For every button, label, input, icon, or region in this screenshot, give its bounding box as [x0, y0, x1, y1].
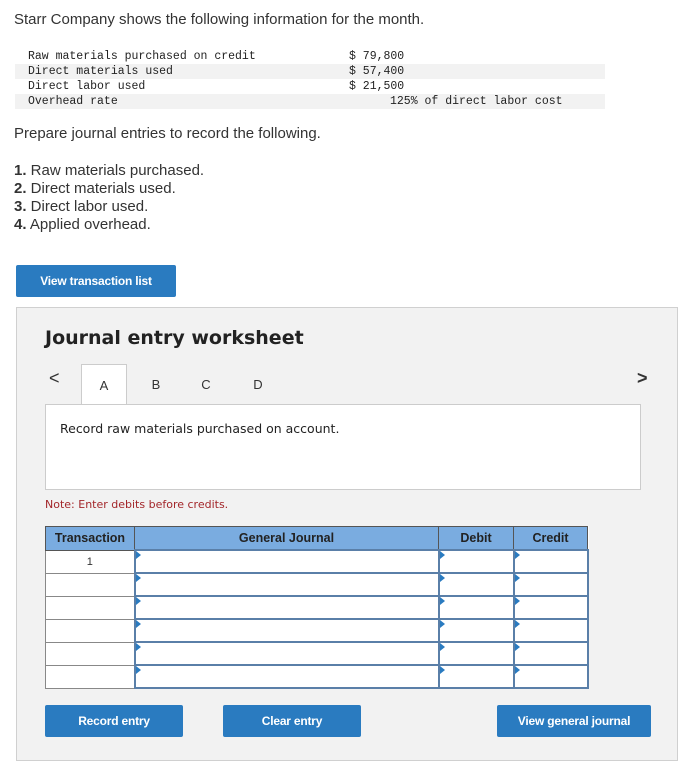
- info-label: Raw materials purchased on credit: [28, 50, 256, 63]
- table-row: [45, 572, 589, 597]
- dropdown-marker-icon: [514, 574, 520, 582]
- credit-input[interactable]: [512, 618, 589, 643]
- task-item: 2. Direct materials used.: [14, 180, 204, 198]
- info-row: Direct labor used $ 21,500: [15, 79, 605, 94]
- dropdown-marker-icon: [135, 597, 141, 605]
- account-input[interactable]: [133, 572, 440, 597]
- task-text: Raw materials purchased.: [26, 162, 205, 179]
- task-text: Applied overhead.: [26, 216, 151, 233]
- prev-arrow-icon[interactable]: <: [49, 368, 60, 389]
- debit-input[interactable]: [437, 641, 515, 666]
- info-table: Raw materials purchased on credit $ 79,8…: [15, 49, 605, 109]
- info-label: Direct materials used: [28, 65, 173, 78]
- info-value: $ 79,800: [349, 50, 405, 63]
- dropdown-marker-icon: [439, 551, 445, 559]
- dropdown-marker-icon: [514, 620, 520, 628]
- debit-input[interactable]: [437, 618, 515, 643]
- credit-input[interactable]: [512, 641, 589, 666]
- worksheet-title: Journal entry worksheet: [45, 327, 304, 349]
- table-row: [45, 618, 589, 643]
- dropdown-marker-icon: [514, 551, 520, 559]
- dropdown-marker-icon: [135, 666, 141, 674]
- dropdown-marker-icon: [439, 620, 445, 628]
- record-entry-button[interactable]: Record entry: [45, 705, 183, 737]
- transaction-cell: [45, 618, 135, 643]
- tab-a[interactable]: A: [81, 364, 127, 406]
- next-arrow-icon[interactable]: >: [637, 368, 648, 389]
- task-number: 3.: [14, 198, 27, 215]
- task-text: Direct labor used.: [26, 198, 149, 215]
- prompt-box: Record raw materials purchased on accoun…: [45, 404, 641, 490]
- credit-input[interactable]: [512, 595, 589, 620]
- task-list: 1. Raw materials purchased. 2. Direct ma…: [14, 162, 204, 234]
- transaction-cell: [45, 572, 135, 597]
- transaction-cell: [45, 595, 135, 620]
- debit-input[interactable]: [437, 664, 515, 689]
- dropdown-marker-icon: [514, 643, 520, 651]
- info-row: Direct materials used $ 57,400: [15, 64, 605, 79]
- dropdown-marker-icon: [439, 643, 445, 651]
- table-row: [45, 664, 589, 689]
- prepare-instructions: Prepare journal entries to record the fo…: [14, 125, 321, 142]
- transaction-cell: [45, 641, 135, 666]
- credit-input[interactable]: [512, 549, 589, 574]
- account-input[interactable]: [133, 641, 440, 666]
- prompt-text: Record raw materials purchased on accoun…: [60, 421, 340, 436]
- view-transaction-list-button[interactable]: View transaction list: [16, 265, 176, 297]
- debit-header: Debit: [438, 526, 514, 551]
- tab-d[interactable]: D: [235, 364, 281, 405]
- info-value: 125% of direct labor cost: [390, 95, 563, 108]
- info-label: Overhead rate: [28, 95, 118, 108]
- task-item: 1. Raw materials purchased.: [14, 162, 204, 180]
- task-text: Direct materials used.: [26, 180, 176, 197]
- debit-input[interactable]: [437, 572, 515, 597]
- credit-input[interactable]: [512, 572, 589, 597]
- dropdown-marker-icon: [514, 597, 520, 605]
- journal-table: Transaction General Journal Debit Credit…: [45, 526, 589, 689]
- table-row: 1: [45, 549, 589, 574]
- account-input[interactable]: [133, 618, 440, 643]
- task-number: 2.: [14, 180, 27, 197]
- tab-b[interactable]: B: [133, 364, 179, 405]
- account-input[interactable]: [133, 595, 440, 620]
- table-row: [45, 641, 589, 666]
- debit-input[interactable]: [437, 595, 515, 620]
- dropdown-marker-icon: [439, 666, 445, 674]
- account-input[interactable]: [133, 549, 440, 574]
- intro-text: Starr Company shows the following inform…: [14, 11, 425, 28]
- dropdown-marker-icon: [135, 620, 141, 628]
- dropdown-marker-icon: [514, 666, 520, 674]
- view-general-journal-button[interactable]: View general journal: [497, 705, 651, 737]
- info-value: $ 57,400: [349, 65, 405, 78]
- info-value: $ 21,500: [349, 80, 405, 93]
- tab-c[interactable]: C: [183, 364, 229, 405]
- note-text: Note: Enter debits before credits.: [45, 498, 229, 511]
- credit-header: Credit: [513, 526, 588, 551]
- dropdown-marker-icon: [439, 574, 445, 582]
- task-number: 1.: [14, 162, 27, 179]
- account-input[interactable]: [133, 664, 440, 689]
- transaction-cell: [45, 664, 135, 689]
- task-item: 3. Direct labor used.: [14, 198, 204, 216]
- transaction-cell: 1: [45, 549, 135, 574]
- transaction-header: Transaction: [45, 526, 135, 551]
- task-item: 4. Applied overhead.: [14, 216, 204, 234]
- dropdown-marker-icon: [135, 574, 141, 582]
- general-journal-header: General Journal: [134, 526, 439, 551]
- info-row: Raw materials purchased on credit $ 79,8…: [15, 49, 605, 64]
- table-row: [45, 595, 589, 620]
- journal-entry-worksheet: Journal entry worksheet < A B C D > Reco…: [16, 307, 678, 761]
- dropdown-marker-icon: [439, 597, 445, 605]
- journal-header-row: Transaction General Journal Debit Credit: [45, 526, 588, 551]
- dropdown-marker-icon: [135, 551, 141, 559]
- info-row: Overhead rate 125% of direct labor cost: [15, 94, 605, 109]
- dropdown-marker-icon: [135, 643, 141, 651]
- task-number: 4.: [14, 216, 27, 233]
- credit-input[interactable]: [512, 664, 589, 689]
- debit-input[interactable]: [437, 549, 515, 574]
- clear-entry-button[interactable]: Clear entry: [223, 705, 361, 737]
- info-label: Direct labor used: [28, 80, 146, 93]
